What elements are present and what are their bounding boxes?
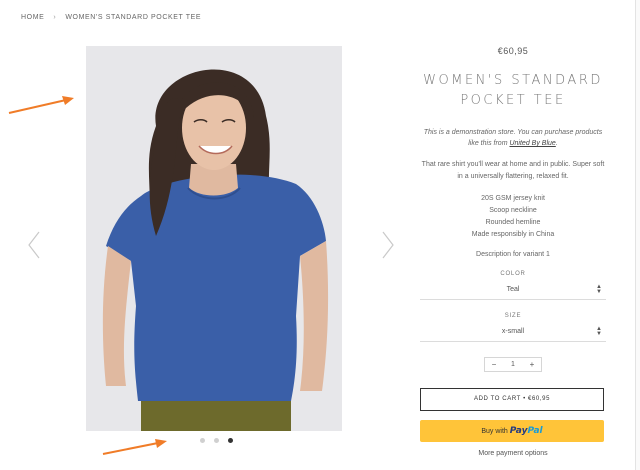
product-title-line: WOMEN'S STANDARD (423, 73, 603, 88)
gallery-prev-arrow-icon[interactable] (26, 230, 42, 260)
gallery-dots (200, 438, 233, 443)
annotation-arrow-icon (8, 96, 74, 114)
gallery-dot[interactable] (214, 438, 219, 443)
add-to-cart-button[interactable]: ADD TO CART • €60,95 (420, 388, 604, 411)
paypal-logo-pay: Pay (509, 426, 528, 436)
window-edge (635, 0, 640, 470)
color-select[interactable]: Teal ▲ ▼ (420, 282, 606, 300)
spec-item: Made responsibly in China (471, 231, 555, 238)
color-select-value: Teal (506, 286, 520, 293)
product-info: €60,95 WOMEN'S STANDARD POCKET TEE This … (420, 46, 606, 457)
breadcrumb: HOME › WOMEN'S STANDARD POCKET TEE (21, 14, 201, 21)
demo-notice-end: . (555, 140, 558, 147)
annotation-arrow-icon (102, 439, 167, 455)
quantity-input[interactable]: 1 (503, 358, 523, 371)
product-photo (86, 46, 342, 431)
gallery-next-arrow-icon[interactable] (380, 230, 396, 260)
breadcrumb-home-link[interactable]: HOME (21, 14, 44, 21)
size-label: SIZE (504, 313, 522, 319)
paypal-button[interactable]: Buy with PayPal (420, 420, 604, 442)
color-label: COLOR (500, 271, 526, 277)
variant-description: Description for variant 1 (476, 251, 550, 258)
product-title: WOMEN'S STANDARD POCKET TEE (420, 71, 606, 111)
gallery-dot[interactable] (200, 438, 205, 443)
quantity-stepper: − 1 + (484, 357, 542, 372)
size-select[interactable]: x-small ▲ ▼ (420, 324, 606, 342)
quantity-increase-button[interactable]: + (523, 358, 541, 371)
breadcrumb-current: WOMEN'S STANDARD POCKET TEE (65, 14, 202, 21)
paypal-prefix: Buy with (481, 428, 508, 435)
product-specs: 20S GSM jersey knit Scoop neckline Round… (420, 193, 606, 241)
paypal-logo-pal: Pal (527, 426, 543, 436)
product-title-line: POCKET TEE (460, 93, 566, 108)
breadcrumb-separator: › (53, 14, 57, 21)
gallery-dot-active[interactable] (228, 438, 233, 443)
size-select-value: x-small (501, 328, 525, 335)
select-caret-icon: ▲ ▼ (596, 284, 602, 295)
product-price: €60,95 (497, 46, 529, 56)
product-description: That rare shirt you'll wear at home and … (421, 161, 605, 180)
spec-item: Scoop neckline (489, 207, 537, 214)
more-payment-options-link[interactable]: More payment options (420, 450, 606, 457)
demo-notice: This is a demonstration store. You can p… (420, 127, 606, 149)
product-image[interactable] (86, 46, 342, 431)
spec-item: Rounded hemline (485, 219, 541, 226)
united-by-blue-link[interactable]: United By Blue (509, 140, 555, 147)
quantity-decrease-button[interactable]: − (485, 358, 503, 371)
select-caret-icon: ▲ ▼ (596, 326, 602, 337)
spec-item: 20S GSM jersey knit (481, 195, 545, 202)
